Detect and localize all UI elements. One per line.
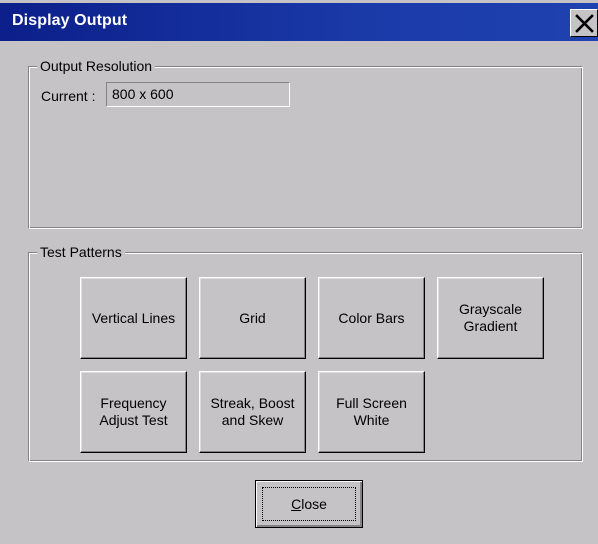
full-screen-white-button[interactable]: Full Screen White — [318, 371, 425, 453]
vertical-lines-label: Vertical Lines — [91, 309, 176, 326]
current-resolution-field: 800 x 600 — [106, 82, 290, 107]
full-screen-white-label: Full Screen White — [336, 395, 407, 428]
frequency-adjust-test-button[interactable]: Frequency Adjust Test — [80, 371, 187, 453]
display-output-dialog: Display Output Output Resolution Current… — [0, 0, 598, 544]
close-button-focus-rect — [262, 487, 356, 521]
title-close-button[interactable] — [570, 9, 598, 37]
streak-boost-skew-label: Streak, Boost and Skew — [210, 395, 295, 428]
grid-label: Grid — [239, 309, 266, 326]
output-resolution-group: Output Resolution Current : 800 x 600 — [28, 57, 583, 229]
vertical-lines-button[interactable]: Vertical Lines — [80, 277, 187, 359]
window-title: Display Output — [12, 12, 128, 29]
grayscale-gradient-label: Grayscale Gradient — [458, 301, 523, 334]
close-x-icon — [575, 14, 594, 33]
close-button[interactable]: Close — [255, 480, 363, 528]
frequency-adjust-test-label: Frequency Adjust Test — [99, 395, 168, 428]
test-patterns-legend: Test Patterns — [37, 243, 125, 261]
grid-button[interactable]: Grid — [199, 277, 306, 359]
current-resolution-label: Current : — [41, 88, 96, 104]
output-resolution-legend: Output Resolution — [37, 57, 156, 75]
title-bar[interactable]: Display Output — [0, 3, 598, 41]
color-bars-button[interactable]: Color Bars — [318, 277, 425, 359]
color-bars-label: Color Bars — [338, 309, 405, 326]
streak-boost-skew-button[interactable]: Streak, Boost and Skew — [199, 371, 306, 453]
grayscale-gradient-button[interactable]: Grayscale Gradient — [437, 277, 544, 359]
